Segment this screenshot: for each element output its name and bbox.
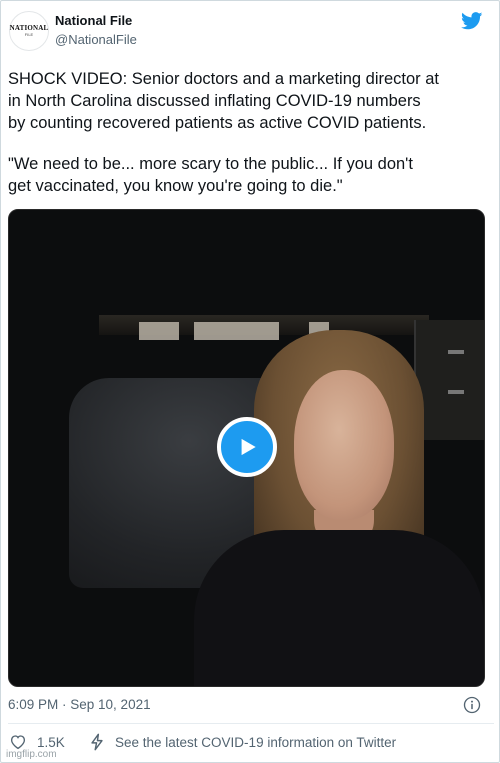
tweet-timestamp[interactable]: 6:09 PM · Sep 10, 2021	[8, 697, 151, 712]
lightning-icon	[91, 733, 103, 751]
tweet-text: SHOCK VIDEO: Senior doctors and a market…	[8, 68, 494, 197]
avatar-text-file: FILE	[24, 32, 34, 37]
tweet-paragraph: SHOCK VIDEO: Senior doctors and a market…	[8, 70, 440, 132]
play-icon	[241, 438, 256, 456]
tweet-quote: "We need to be... more scary to the publ…	[8, 155, 413, 195]
twitter-bird-icon[interactable]	[461, 12, 483, 30]
person-body	[194, 530, 484, 686]
covid-info-text: See the latest COVID-19 information on T…	[115, 734, 397, 750]
person-face	[294, 370, 394, 520]
info-icon[interactable]	[463, 696, 481, 714]
like-count: 1.5K	[37, 734, 65, 750]
covid-info-link[interactable]: See the latest COVID-19 information on T…	[89, 733, 396, 751]
tweet-actions: 1.5K See the latest COVID-19 information…	[1, 733, 500, 753]
author-name[interactable]: National File	[55, 13, 132, 28]
tweet-card: NATIONAL FILE National File @NationalFil…	[0, 0, 500, 763]
video-frame-window	[139, 322, 179, 340]
play-button[interactable]	[217, 417, 277, 477]
author-handle[interactable]: @NationalFile	[55, 32, 137, 47]
video-frame-person	[184, 330, 484, 686]
video-player[interactable]	[8, 209, 485, 687]
avatar[interactable]: NATIONAL FILE	[9, 11, 49, 51]
avatar-text-national: NATIONAL	[9, 24, 49, 32]
divider	[8, 723, 494, 724]
imgflip-watermark: imgflip.com	[6, 749, 57, 760]
